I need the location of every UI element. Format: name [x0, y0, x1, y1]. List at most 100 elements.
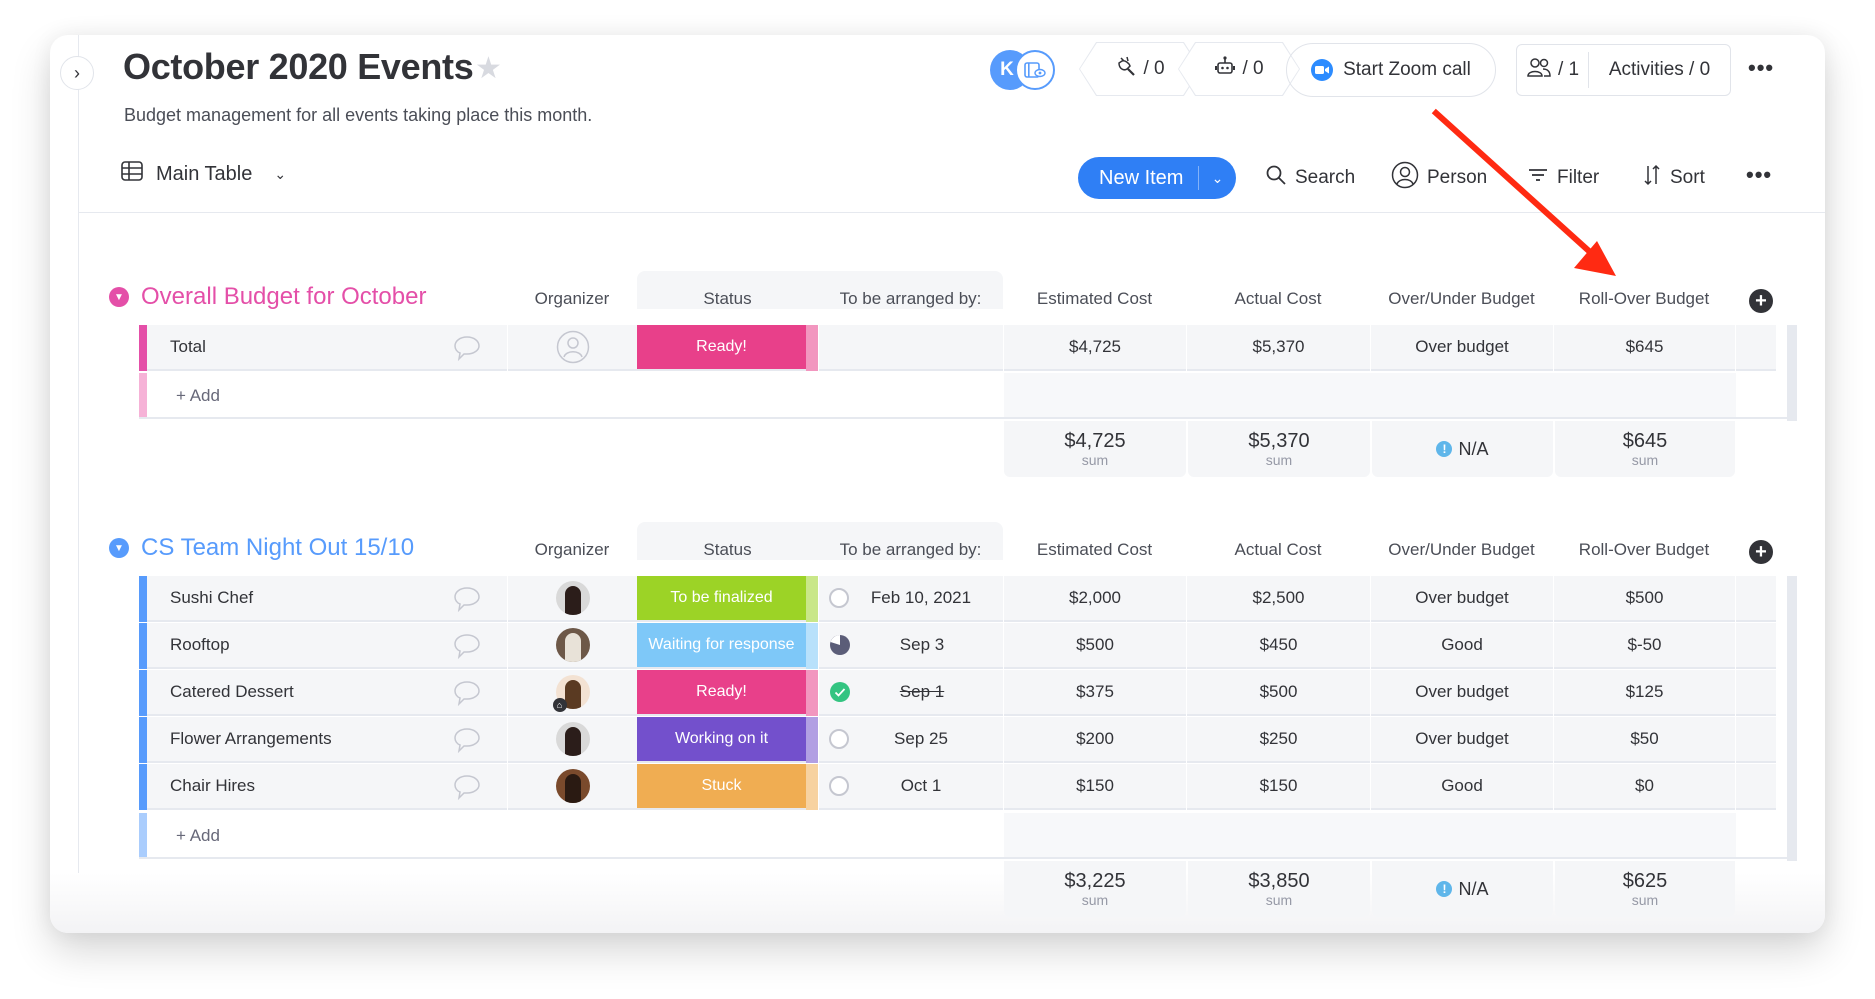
collapse-group-icon[interactable]: ▼ — [109, 287, 129, 307]
filter-button[interactable]: Filter — [1527, 159, 1599, 197]
group-header-overall-budget[interactable]: ▼ Overall Budget for October — [109, 283, 426, 311]
estimated-cost-cell[interactable]: $375 — [1004, 670, 1186, 716]
comment-icon[interactable] — [452, 334, 482, 362]
status-cell[interactable]: Ready! — [637, 670, 806, 716]
column-header-status[interactable]: Status — [637, 289, 818, 309]
chevron-down-icon[interactable]: ⌄ — [274, 166, 286, 183]
over-under-cell[interactable]: Good — [1371, 623, 1553, 669]
star-icon[interactable]: ★ — [475, 51, 502, 86]
actual-cost-cell[interactable]: $150 — [1187, 764, 1370, 810]
collapse-group-icon[interactable]: ▼ — [109, 538, 129, 558]
expand-sidebar-button[interactable]: › — [60, 56, 94, 90]
organizer-cell[interactable] — [508, 717, 637, 763]
start-zoom-call-button[interactable]: Start Zoom call — [1286, 43, 1496, 97]
status-cell[interactable]: To be finalized — [637, 576, 806, 622]
over-under-cell[interactable]: Over budget — [1371, 325, 1553, 371]
group-title[interactable]: Overall Budget for October — [141, 283, 426, 311]
over-under-cell[interactable]: Over budget — [1371, 717, 1553, 763]
board-description[interactable]: Budget management for all events taking … — [124, 105, 592, 126]
add-column-icon[interactable]: + — [1749, 540, 1773, 564]
add-item-row[interactable]: + Add — [139, 813, 1787, 859]
rollover-cell[interactable]: $0 — [1554, 764, 1735, 810]
automations-button[interactable]: / 0 — [1179, 43, 1299, 95]
actual-cost-cell[interactable]: $450 — [1187, 623, 1370, 669]
estimated-cost-cell[interactable]: $2,000 — [1004, 576, 1186, 622]
over-under-cell[interactable]: Over budget — [1371, 576, 1553, 622]
date-cell[interactable]: Sep 1 — [819, 670, 1003, 716]
over-under-cell[interactable]: Over budget — [1371, 670, 1553, 716]
column-header-rollover[interactable]: Roll-Over Budget — [1553, 540, 1735, 560]
column-header-organizer[interactable]: Organizer — [507, 289, 637, 309]
rollover-cell[interactable]: $500 — [1554, 576, 1735, 622]
column-header-organizer[interactable]: Organizer — [507, 540, 637, 560]
organizer-cell[interactable] — [508, 764, 637, 810]
rollover-cell[interactable]: $-50 — [1554, 623, 1735, 669]
group-title[interactable]: CS Team Night Out 15/10 — [141, 534, 414, 562]
activities-button[interactable]: Activities / 0 — [1589, 59, 1730, 81]
over-under-cell[interactable]: Good — [1371, 764, 1553, 810]
rollover-cell[interactable]: $645 — [1554, 325, 1735, 371]
person-avatar[interactable] — [555, 628, 590, 662]
column-header-estimated-cost[interactable]: Estimated Cost — [1003, 289, 1186, 309]
rollover-cell[interactable]: $125 — [1554, 670, 1735, 716]
comment-icon[interactable] — [452, 679, 482, 707]
organizer-cell[interactable] — [508, 623, 637, 669]
actual-cost-cell[interactable]: $250 — [1187, 717, 1370, 763]
scrollbar-track[interactable] — [1787, 325, 1797, 421]
date-cell[interactable]: Sep 3 — [819, 623, 1003, 669]
column-header-over-under[interactable]: Over/Under Budget — [1370, 540, 1553, 560]
scrollbar-track[interactable] — [1787, 576, 1797, 861]
comment-icon[interactable] — [452, 726, 482, 754]
table-row[interactable]: Catered Dessert ⌂ Ready! Sep 1 $375 $500 Over … — [139, 670, 1825, 716]
person-avatar[interactable] — [555, 581, 590, 615]
column-header-date[interactable]: To be arranged by: — [818, 289, 1003, 309]
status-cell[interactable]: Stuck — [637, 764, 806, 810]
person-avatar[interactable] — [555, 769, 590, 803]
column-header-date[interactable]: To be arranged by: — [818, 540, 1003, 560]
person-avatar[interactable] — [555, 722, 590, 756]
table-row[interactable]: Flower Arrangements Working on it Sep 25 $2… — [139, 717, 1825, 763]
view-tab-main-table[interactable]: Main Table ⌄ — [120, 159, 286, 189]
table-row[interactable]: Sushi Chef To be finalized Feb 10, 2021 $2,… — [139, 576, 1825, 622]
person-filter-button[interactable]: Person — [1391, 159, 1487, 197]
board-title[interactable]: October 2020 Events — [123, 46, 474, 88]
organizer-cell[interactable] — [508, 325, 637, 371]
status-cell[interactable]: Working on it — [637, 717, 806, 763]
date-cell[interactable] — [819, 325, 1003, 371]
comment-icon[interactable] — [452, 773, 482, 801]
new-item-button[interactable]: New Item ⌄ — [1078, 157, 1236, 199]
table-row[interactable]: Total Ready! $4,725 $5,370 Over budget $… — [139, 325, 1825, 371]
actual-cost-cell[interactable]: $5,370 — [1187, 325, 1370, 371]
date-cell[interactable]: Sep 25 — [819, 717, 1003, 763]
column-header-over-under[interactable]: Over/Under Budget — [1370, 289, 1553, 309]
actual-cost-cell[interactable]: $500 — [1187, 670, 1370, 716]
column-header-estimated-cost[interactable]: Estimated Cost — [1003, 540, 1186, 560]
members-button[interactable]: / 1 — [1517, 52, 1589, 88]
search-button[interactable]: Search — [1265, 159, 1355, 197]
table-row[interactable]: Chair Hires Stuck Oct 1 $150 $150 Good $0 — [139, 764, 1825, 810]
column-header-actual-cost[interactable]: Actual Cost — [1186, 289, 1370, 309]
more-options-icon[interactable]: ••• — [1748, 55, 1774, 81]
add-item-row[interactable]: + Add — [139, 373, 1787, 419]
board-viewer-icon[interactable] — [1015, 50, 1055, 90]
estimated-cost-cell[interactable]: $200 — [1004, 717, 1186, 763]
organizer-cell[interactable]: ⌂ — [508, 670, 637, 716]
table-row[interactable]: Rooftop Waiting for response Sep 3 $500 $450… — [139, 623, 1825, 669]
group-header-cs-team-night-out[interactable]: ▼ CS Team Night Out 15/10 — [109, 534, 414, 562]
date-cell[interactable]: Feb 10, 2021 — [819, 576, 1003, 622]
organizer-cell[interactable] — [508, 576, 637, 622]
add-column-icon[interactable]: + — [1749, 289, 1773, 313]
column-header-rollover[interactable]: Roll-Over Budget — [1553, 289, 1735, 309]
status-cell[interactable]: Ready! — [637, 325, 806, 371]
estimated-cost-cell[interactable]: $500 — [1004, 623, 1186, 669]
estimated-cost-cell[interactable]: $4,725 — [1004, 325, 1186, 371]
comment-icon[interactable] — [452, 632, 482, 660]
actual-cost-cell[interactable]: $2,500 — [1187, 576, 1370, 622]
sort-button[interactable]: Sort — [1642, 159, 1705, 197]
date-cell[interactable]: Oct 1 — [819, 764, 1003, 810]
new-item-dropdown-chevron-icon[interactable]: ⌄ — [1199, 170, 1236, 187]
status-cell[interactable]: Waiting for response — [637, 623, 806, 669]
comment-icon[interactable] — [452, 585, 482, 613]
column-header-status[interactable]: Status — [637, 540, 818, 560]
rollover-cell[interactable]: $50 — [1554, 717, 1735, 763]
